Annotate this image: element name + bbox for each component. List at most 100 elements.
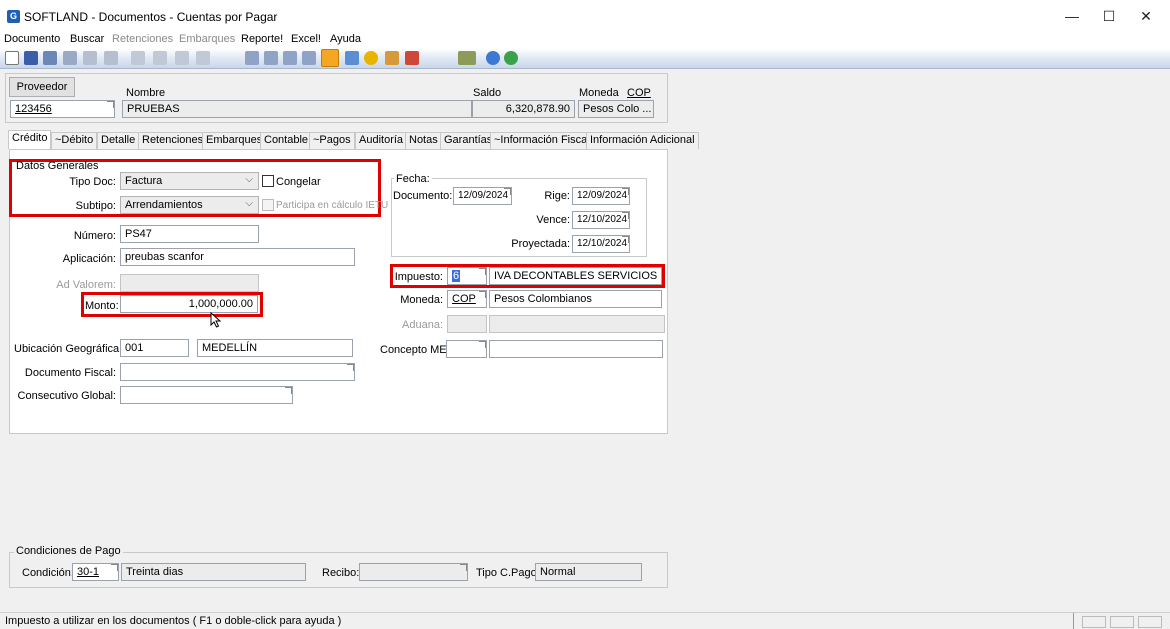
exit-icon[interactable] [504, 51, 518, 65]
tool-c-icon[interactable] [283, 51, 297, 65]
recibo-field[interactable] [359, 563, 468, 581]
status-panel-3 [1138, 616, 1162, 628]
maximize-button[interactable]: ☐ [1091, 4, 1127, 28]
tab-informacion-adicional[interactable]: Información Adicional [586, 132, 699, 149]
menu-excel[interactable]: Excel! [291, 33, 321, 45]
menu-ayuda[interactable]: Ayuda [330, 33, 361, 45]
chevron-down-icon: ⌵ [245, 198, 253, 209]
monto-field[interactable]: 1,000,000.00 [120, 295, 258, 313]
moneda-header-label: Moneda [579, 87, 619, 99]
moneda-code-field[interactable]: COP [447, 290, 487, 308]
help-icon[interactable] [486, 51, 500, 65]
mouse-cursor-icon [210, 312, 222, 328]
tab-contable[interactable]: Contable [260, 132, 313, 149]
impuesto-code-field[interactable]: 6 [447, 267, 487, 285]
undo-icon[interactable] [63, 51, 77, 65]
menu-documento[interactable]: Documento [4, 33, 60, 45]
menu-buscar[interactable]: Buscar [70, 33, 104, 45]
delete-icon[interactable] [83, 51, 97, 65]
moneda-code-link[interactable]: COP [627, 87, 651, 99]
vence-field[interactable]: 12/10/2024 [572, 211, 630, 229]
user-remove-icon[interactable] [405, 51, 419, 65]
rige-field[interactable]: 12/09/2024 [572, 187, 630, 205]
doc-fiscal-label: Documento Fiscal: [24, 367, 116, 379]
numero-field[interactable]: PS47 [120, 225, 259, 243]
last-record-icon[interactable] [196, 51, 210, 65]
tab-debito[interactable]: ~Débito [51, 132, 98, 149]
toolbar [0, 48, 1170, 69]
ubicacion-code-field[interactable]: 001 [120, 339, 189, 357]
moneda-description: Pesos Colombianos [489, 290, 662, 308]
condicion-description: Treinta dias [121, 563, 306, 581]
consecutivo-label: Consecutivo Global: [17, 390, 116, 402]
status-text: Impuesto a utilizar en los documentos ( … [5, 615, 342, 627]
grid-icon[interactable] [302, 51, 316, 65]
saldo-label: Saldo [473, 87, 502, 99]
proveedor-button[interactable]: Proveedor [9, 77, 75, 97]
tab-garantias[interactable]: Garantías [440, 132, 497, 149]
fecha-documento-field[interactable]: 12/09/2024 [453, 187, 512, 205]
tab-pagos[interactable]: ~Pagos [309, 132, 355, 149]
first-record-icon[interactable] [131, 51, 145, 65]
proyectada-field[interactable]: 12/10/2024 [572, 235, 630, 253]
user-icon[interactable] [385, 51, 399, 65]
tab-notas[interactable]: Notas [405, 132, 442, 149]
nombre-field: PRUEBAS [122, 100, 472, 118]
condiciones-title: Condiciones de Pago [14, 545, 123, 557]
tab-retenciones[interactable]: Retenciones [138, 132, 208, 149]
active-tool-icon[interactable] [321, 49, 339, 67]
vence-label: Vence: [536, 214, 570, 226]
moneda-label: Moneda: [400, 294, 443, 306]
proveedor-panel: Proveedor Nombre Saldo Moneda COP 123456… [5, 73, 668, 123]
tab-credito[interactable]: Crédito [8, 130, 52, 149]
close-button[interactable]: ✕ [1128, 4, 1164, 28]
status-bar: Impuesto a utilizar en los documentos ( … [0, 612, 1170, 629]
tool-b-icon[interactable] [264, 51, 278, 65]
concepto-code-field[interactable] [446, 340, 487, 358]
aduana-label: Aduana: [402, 319, 443, 331]
next-record-icon[interactable] [175, 51, 189, 65]
menu-embarques[interactable]: Embarques [179, 33, 235, 45]
ad-valorem-label: Ad Valorem: [56, 279, 116, 291]
new-doc-icon[interactable] [5, 51, 19, 65]
consecutivo-field[interactable] [120, 386, 293, 404]
nombre-label: Nombre [126, 87, 166, 99]
tab-auditoria[interactable]: Auditoría [355, 132, 408, 149]
condicion-label: Condición: [22, 567, 74, 579]
status-panel-2 [1110, 616, 1134, 628]
moneda-code: COP [452, 293, 476, 305]
tab-detalle[interactable]: Detalle [97, 132, 140, 149]
subtipo-select[interactable]: Arrendamientos ⌵ [120, 196, 259, 214]
recibo-label: Recibo: [322, 567, 360, 579]
tool-a-icon[interactable] [245, 51, 259, 65]
save-icon[interactable] [24, 51, 38, 65]
save-as-icon[interactable] [43, 51, 57, 65]
tipo-cpago-field: Normal [535, 563, 642, 581]
tab-embarques[interactable]: Embarques [202, 132, 267, 149]
aduana-code-field [447, 315, 487, 333]
print-preview-icon[interactable] [104, 51, 118, 65]
condicion-code-field[interactable]: 30-1 [72, 563, 119, 581]
subtipo-value: Arrendamientos [125, 199, 203, 211]
congelar-checkbox[interactable] [262, 175, 274, 187]
coins-icon[interactable] [364, 51, 378, 65]
ad-valorem-field [120, 274, 259, 292]
aplicacion-field[interactable]: preubas scanfor [120, 248, 355, 266]
proveedor-code-field[interactable]: 123456 [10, 100, 115, 118]
tipo-cpago-label: Tipo C.Pago: [476, 567, 540, 579]
tool-d-icon[interactable] [345, 51, 359, 65]
tab-informacion-fiscal[interactable]: ~Información Fiscal [490, 132, 594, 149]
tipo-doc-select[interactable]: Factura ⌵ [120, 172, 259, 190]
calculator-icon[interactable] [458, 51, 476, 65]
proyectada-label: Proyectada: [511, 238, 570, 250]
prev-record-icon[interactable] [153, 51, 167, 65]
subtipo-label: Subtipo: [75, 200, 116, 212]
ietu-checkbox[interactable] [262, 199, 274, 211]
tipo-doc-label: Tipo Doc: [69, 176, 116, 188]
aduana-description [489, 315, 665, 333]
minimize-button[interactable]: — [1054, 4, 1090, 28]
menu-reporte[interactable]: Reporte! [241, 33, 283, 45]
menu-retenciones[interactable]: Retenciones [112, 33, 173, 45]
datos-generales-title: Datos Generales [16, 160, 99, 172]
doc-fiscal-field[interactable] [120, 363, 355, 381]
